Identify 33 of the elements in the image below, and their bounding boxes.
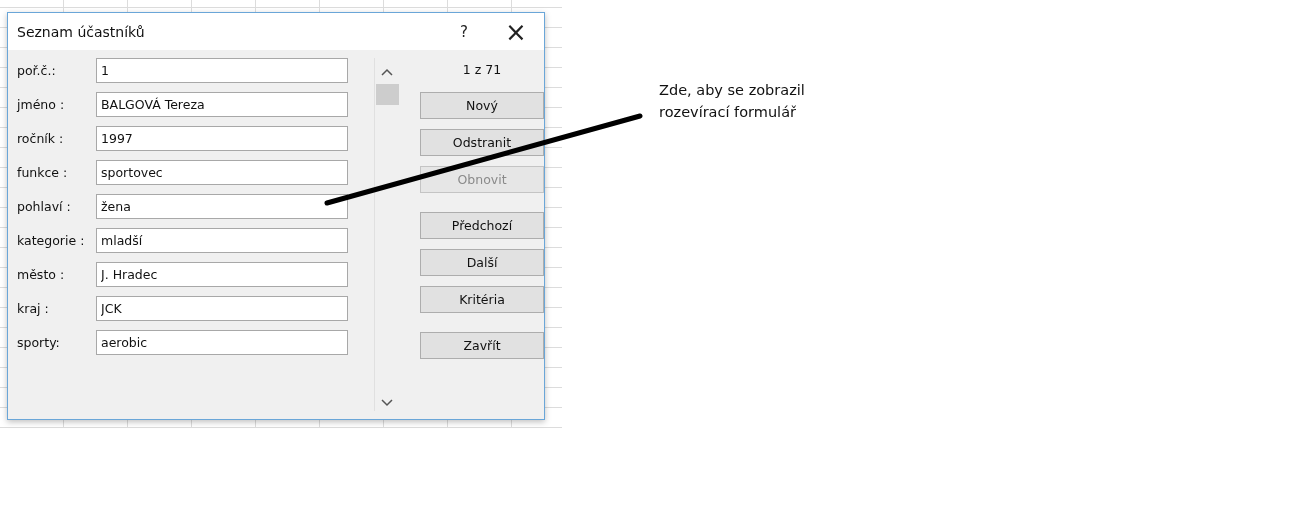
scroll-up-icon[interactable]: [381, 68, 394, 76]
dialog-button[interactable]: Předchozí: [420, 212, 544, 239]
record-counter: 1 z 71: [461, 61, 503, 79]
field-label: kategorie :: [17, 233, 86, 248]
dialog-button[interactable]: Zavřít: [420, 332, 544, 359]
input-field[interactable]: sportovec: [96, 160, 348, 185]
input-field[interactable]: 1: [96, 58, 348, 83]
window-title: Seznam účastníků: [17, 23, 146, 40]
input-field[interactable]: aerobic: [96, 330, 348, 355]
field-label: kraj :: [17, 301, 50, 316]
close-button[interactable]: ×: [504, 18, 528, 45]
field-label: jméno :: [17, 97, 66, 112]
input-field[interactable]: JCK: [96, 296, 348, 321]
dialog-button[interactable]: Odstranit: [420, 129, 544, 156]
field-label: poř.č.:: [17, 63, 57, 78]
field-label: funkce :: [17, 165, 69, 180]
help-button[interactable]: ?: [454, 22, 474, 41]
field-label: město :: [17, 267, 66, 282]
input-field[interactable]: žena: [96, 194, 348, 219]
annotation-text: Zde, aby se zobrazil: [659, 81, 805, 100]
input-field[interactable]: 1997: [96, 126, 348, 151]
input-field[interactable]: BALGOVÁ Tereza: [96, 92, 348, 117]
scroll-down-icon[interactable]: [381, 399, 394, 407]
field-label: sporty:: [17, 335, 61, 350]
scrollbar-thumb[interactable]: [375, 84, 399, 105]
input-field[interactable]: J. Hradec: [96, 262, 348, 287]
field-label: pohlaví :: [17, 199, 72, 214]
dialog-button[interactable]: Další: [420, 249, 544, 276]
dialog-button[interactable]: Kritéria: [420, 286, 544, 313]
field-label: ročník :: [17, 131, 65, 146]
dialog-button[interactable]: Nový: [420, 92, 544, 119]
annotation-text: rozevírací formulář: [659, 103, 797, 122]
input-field[interactable]: mladší: [96, 228, 348, 253]
